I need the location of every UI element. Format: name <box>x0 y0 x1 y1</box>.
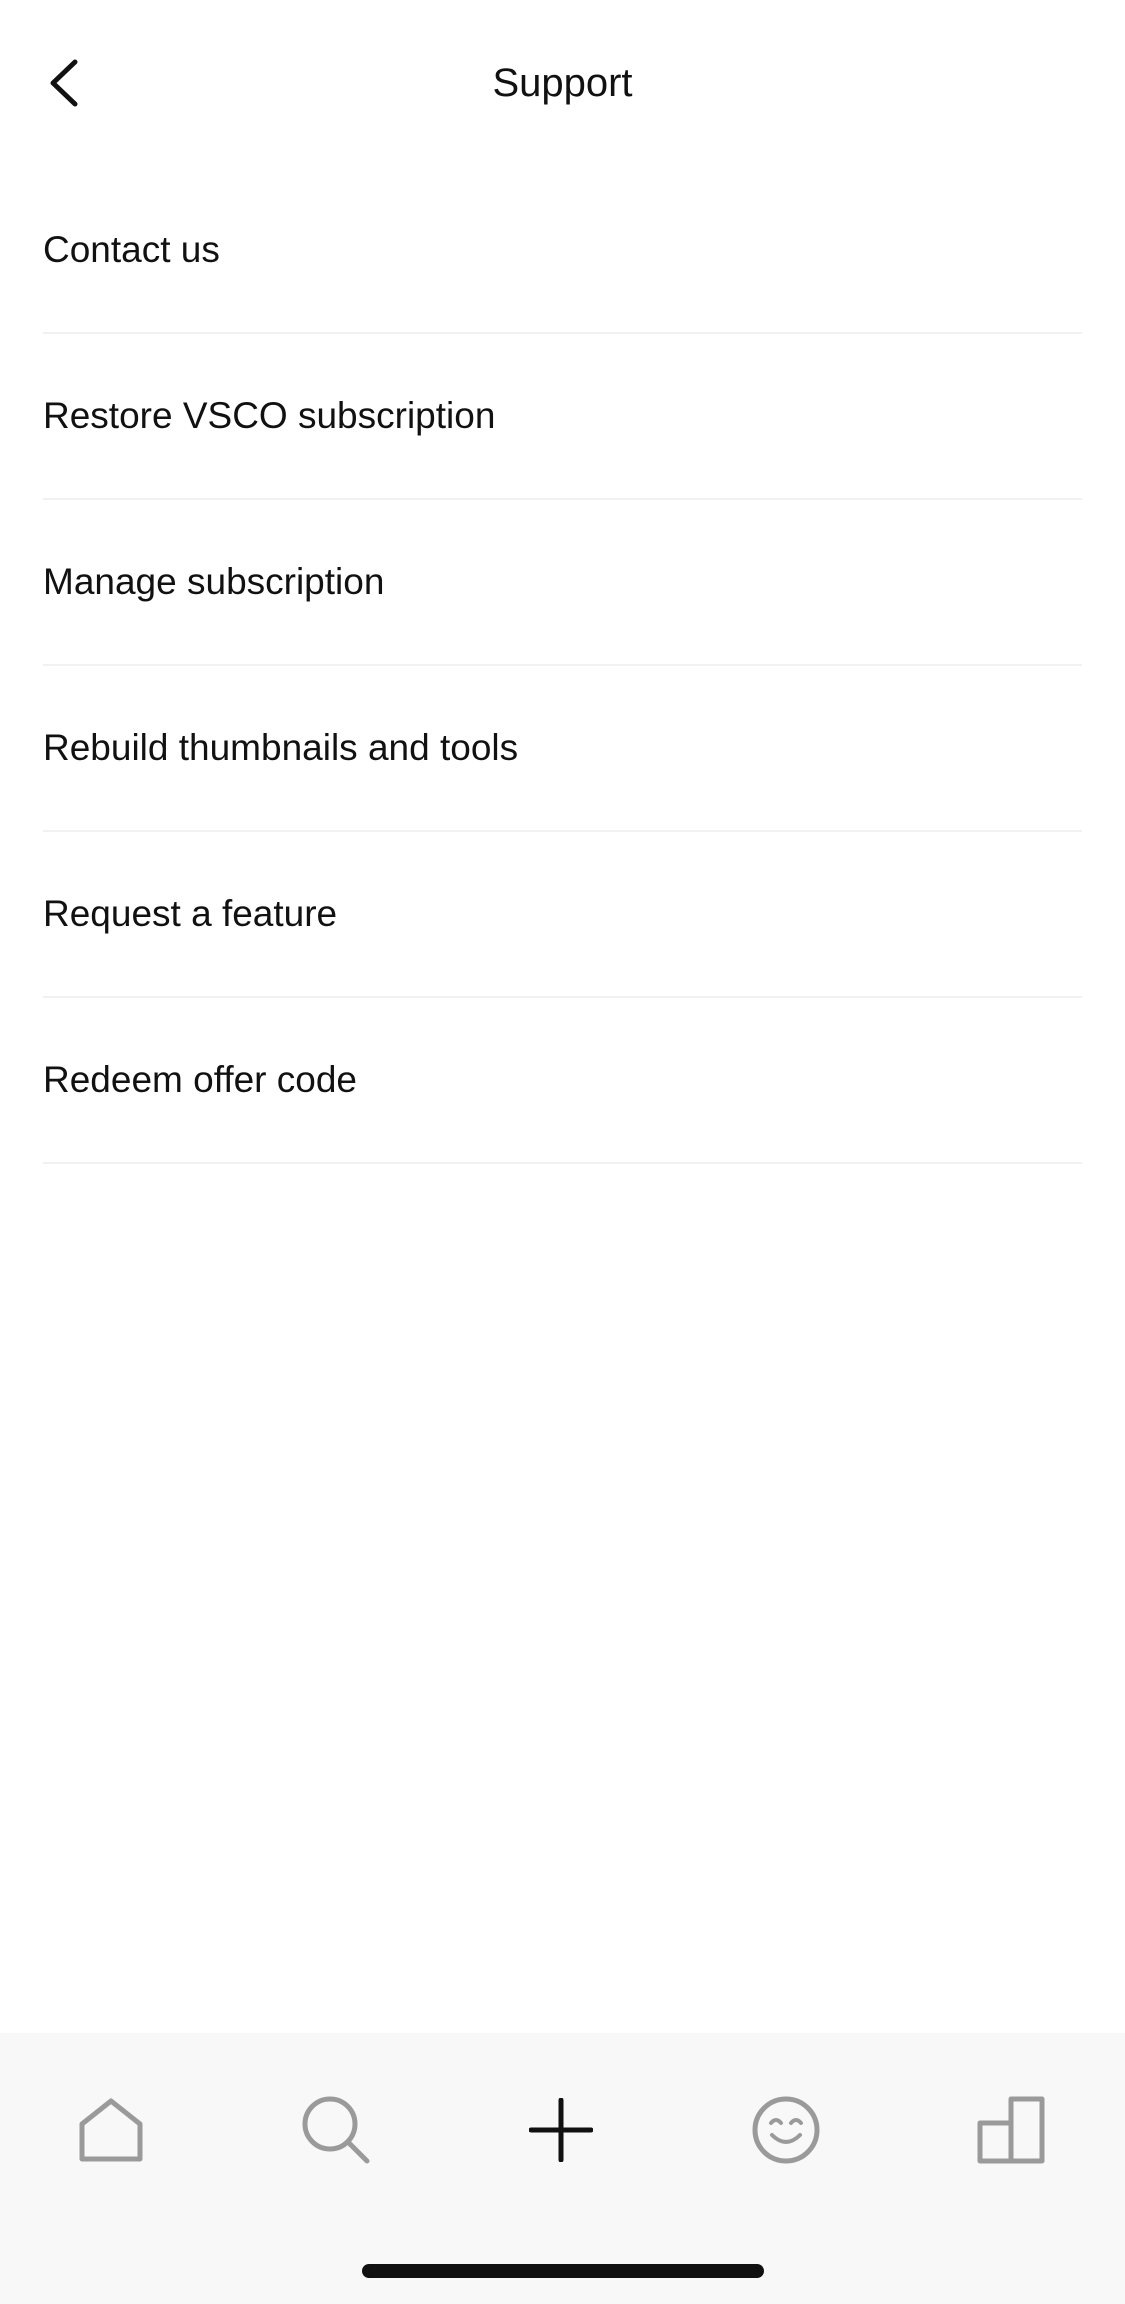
search-icon <box>302 2096 370 2164</box>
support-menu: Contact us Restore VSCO subscription Man… <box>43 168 1082 1164</box>
smiley-face-icon <box>752 2096 820 2164</box>
rebuild-thumbnails-item[interactable]: Rebuild thumbnails and tools <box>43 666 1082 832</box>
restore-subscription-item[interactable]: Restore VSCO subscription <box>43 334 1082 500</box>
manage-subscription-item[interactable]: Manage subscription <box>43 500 1082 666</box>
redeem-offer-code-item[interactable]: Redeem offer code <box>43 998 1082 1164</box>
contact-us-item[interactable]: Contact us <box>43 168 1082 334</box>
tab-search[interactable] <box>281 2075 391 2185</box>
plus-icon <box>529 2098 593 2162</box>
tab-studio[interactable] <box>956 2075 1066 2185</box>
menu-item-label: Rebuild thumbnails and tools <box>43 727 519 768</box>
tab-activity[interactable] <box>731 2075 841 2185</box>
tab-create[interactable] <box>506 2075 616 2185</box>
menu-item-label: Redeem offer code <box>43 1059 358 1100</box>
menu-item-label: Restore VSCO subscription <box>43 395 496 436</box>
menu-item-label: Request a feature <box>43 893 338 934</box>
page-title: Support <box>492 61 633 105</box>
home-indicator <box>362 2264 764 2278</box>
menu-item-label: Manage subscription <box>43 561 385 602</box>
request-feature-item[interactable]: Request a feature <box>43 832 1082 998</box>
studio-icon <box>977 2096 1045 2164</box>
tab-home[interactable] <box>56 2075 166 2185</box>
menu-item-label: Contact us <box>43 229 220 270</box>
home-icon <box>79 2098 143 2162</box>
top-bar: Support <box>0 0 1125 166</box>
